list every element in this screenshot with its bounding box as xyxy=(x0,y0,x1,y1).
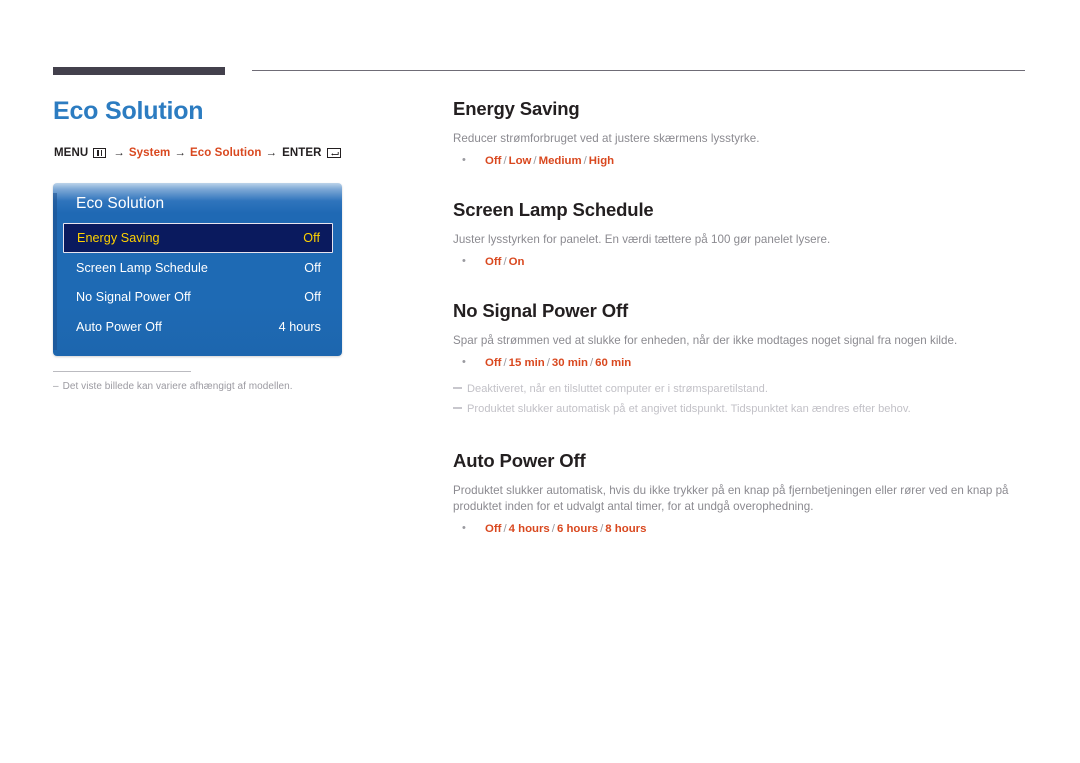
option-value: Low xyxy=(508,155,532,167)
osd-menu-list: Energy Saving Off Screen Lamp Schedule O… xyxy=(63,223,333,342)
header-rule-thin xyxy=(252,70,1025,71)
section-screen-lamp-schedule: Screen Lamp Schedule Juster lysstyrken f… xyxy=(453,199,1028,271)
option-value: High xyxy=(588,155,615,167)
header-rule-thick xyxy=(53,67,225,75)
section-options: Off/4 hours/6 hours/8 hours xyxy=(453,520,1028,538)
section-no-signal-power-off: No Signal Power Off Spar på strømmen ved… xyxy=(453,300,1028,419)
breadcrumb-enter-label: ENTER xyxy=(282,147,322,159)
option-value: 30 min xyxy=(551,357,588,369)
option-list-item: Off/Low/Medium/High xyxy=(453,152,1028,170)
osd-left-edge xyxy=(53,193,57,350)
breadcrumb-step-system: System xyxy=(128,147,171,159)
option-separator: / xyxy=(551,523,555,535)
page-title: Eco Solution xyxy=(53,97,204,125)
section-title: Screen Lamp Schedule xyxy=(453,199,654,220)
option-value: 8 hours xyxy=(605,523,647,535)
osd-title: Eco Solution xyxy=(76,195,165,212)
section-options: Off/On xyxy=(453,253,1028,271)
menu-grid-icon xyxy=(93,148,107,158)
section-title: Energy Saving xyxy=(453,98,580,119)
option-value: Off xyxy=(485,357,502,369)
footnote-dash: – xyxy=(53,381,59,392)
osd-row-no-signal-power-off[interactable]: No Signal Power Off Off xyxy=(63,283,333,313)
option-value: 6 hours xyxy=(556,523,599,535)
note-line: Produktet slukker automatisk på et angiv… xyxy=(453,399,1028,419)
option-list-item: Off/On xyxy=(453,253,1028,271)
option-separator: / xyxy=(583,155,587,167)
osd-row-label: Energy Saving xyxy=(77,231,160,245)
section-notes: Deaktiveret, når en tilsluttet computer … xyxy=(453,379,1028,419)
option-separator: / xyxy=(503,357,507,369)
breadcrumb-arrow-2: → xyxy=(174,147,186,159)
option-value: 60 min xyxy=(595,357,632,369)
header-rule xyxy=(53,67,1025,77)
osd-row-energy-saving[interactable]: Energy Saving Off xyxy=(63,223,333,253)
osd-row-label: No Signal Power Off xyxy=(76,290,191,305)
option-separator: / xyxy=(503,256,507,268)
osd-row-value: Off xyxy=(304,290,321,305)
option-value: On xyxy=(508,256,525,268)
option-separator: / xyxy=(589,357,594,369)
option-value: Off xyxy=(485,155,502,167)
section-energy-saving: Energy Saving Reducer strømforbruget ved… xyxy=(453,98,1028,170)
osd-row-screen-lamp-schedule[interactable]: Screen Lamp Schedule Off xyxy=(63,253,333,283)
breadcrumb-arrow-1: → xyxy=(113,147,125,159)
section-options: Off/15 min/30 min/60 min xyxy=(453,354,1028,372)
breadcrumb-menu-label: MENU xyxy=(54,147,89,159)
option-separator: / xyxy=(503,523,507,535)
osd-row-value: Off xyxy=(303,231,320,245)
option-value: Off xyxy=(485,256,502,268)
section-title: Auto Power Off xyxy=(453,450,586,471)
osd-row-auto-power-off[interactable]: Auto Power Off 4 hours xyxy=(63,312,333,342)
breadcrumb-arrow-3: → xyxy=(265,147,278,159)
left-column: Eco Solution MENU → System → Eco Solutio… xyxy=(53,96,413,159)
footnote-body: Det viste billede kan variere afhængigt … xyxy=(62,381,293,392)
osd-menu-panel: Eco Solution Energy Saving Off Screen La… xyxy=(53,183,342,356)
footnote-rule xyxy=(53,371,191,372)
option-list-item: Off/4 hours/6 hours/8 hours xyxy=(453,520,1028,538)
option-separator: / xyxy=(503,155,507,167)
option-value: Medium xyxy=(538,155,582,167)
section-description: Spar på strømmen ved at slukke for enhed… xyxy=(453,334,958,347)
option-separator: / xyxy=(533,155,537,167)
osd-row-value: 4 hours xyxy=(278,319,321,334)
breadcrumb-step-eco-solution: Eco Solution xyxy=(190,147,262,159)
footnote-text: – Det viste billede kan variere afhængigt… xyxy=(53,381,343,392)
section-auto-power-off: Auto Power Off Produktet slukker automat… xyxy=(453,450,1028,538)
option-separator: / xyxy=(546,357,550,369)
section-description: Produktet slukker automatisk, hvis du ik… xyxy=(453,484,1009,513)
breadcrumb: MENU → System → Eco Solution → ENTER xyxy=(53,147,413,159)
section-title: No Signal Power Off xyxy=(453,300,628,321)
osd-row-value: Off xyxy=(304,260,321,275)
option-value: 4 hours xyxy=(508,523,550,535)
left-footnote: – Det viste billede kan variere afhængigt… xyxy=(53,371,343,392)
right-column: Energy Saving Reducer strømforbruget ved… xyxy=(453,98,1028,538)
section-description: Juster lysstyrken for panelet. En værdi … xyxy=(453,233,831,246)
section-options: Off/Low/Medium/High xyxy=(453,152,1028,170)
osd-row-label: Auto Power Off xyxy=(76,319,162,334)
option-list-item: Off/15 min/30 min/60 min xyxy=(453,354,1028,372)
note-line: Deaktiveret, når en tilsluttet computer … xyxy=(453,379,1028,399)
document-page: Eco Solution MENU → System → Eco Solutio… xyxy=(0,0,1080,763)
section-description: Reducer strømforbruget ved at justere sk… xyxy=(453,132,760,145)
option-value: Off xyxy=(485,523,502,535)
enter-key-icon xyxy=(326,148,341,158)
option-value: 15 min xyxy=(508,357,545,369)
option-separator: / xyxy=(600,523,604,535)
osd-row-label: Screen Lamp Schedule xyxy=(76,260,208,275)
